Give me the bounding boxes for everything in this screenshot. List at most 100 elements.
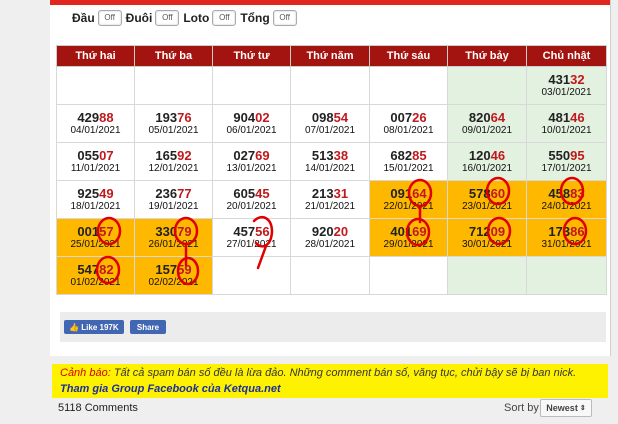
header-friday: Thứ sáu — [369, 45, 448, 67]
calendar-day-cell: 54782 01/02/2021 — [56, 256, 135, 295]
calendar-day-cell: 09854 07/01/2021 — [290, 104, 370, 143]
result-date: 14/01/2021 — [304, 163, 356, 174]
result-tail-digits: 02 — [255, 110, 270, 125]
result-leading-digits: 173 — [548, 224, 571, 239]
result-tail-digits: 57 — [99, 224, 114, 239]
result-date: 28/01/2021 — [304, 239, 356, 250]
result-number: 45883 — [527, 186, 606, 201]
header-monday: Thứ hai — [56, 45, 135, 67]
toggle-dau[interactable]: Off — [97, 10, 122, 26]
result-date: 04/01/2021 — [70, 125, 121, 136]
result-number: 51338 — [291, 148, 369, 163]
result-leading-digits: 236 — [155, 186, 178, 201]
result-date: 30/01/2021 — [461, 239, 513, 250]
result-date: 18/01/2021 — [70, 201, 121, 212]
warning-line: Cảnh báo: Tất cả spam bán số đều là lừa … — [60, 367, 576, 379]
result-number: 00157 — [57, 224, 134, 239]
result-number: 16592 — [135, 148, 212, 163]
header-tuesday: Thứ ba — [134, 45, 213, 67]
results-panel: Đầu Off Đuôi Off Loto Off Tổng Off Thứ h… — [50, 0, 610, 356]
result-tail-digits: 83 — [570, 186, 585, 201]
calendar-day-cell: 45756 27/01/2021 — [212, 218, 291, 257]
result-number: 55095 — [527, 148, 606, 163]
result-number: 23677 — [135, 186, 212, 201]
results-calendar: Thứ hai Thứ ba Thứ tư Thứ năm Thứ sáu Th… — [56, 45, 607, 295]
result-date: 02/02/2021 — [148, 277, 199, 288]
result-date: 27/01/2021 — [226, 239, 277, 250]
result-leading-digits: 820 — [468, 110, 491, 125]
result-date: 16/01/2021 — [461, 163, 513, 174]
result-leading-digits: 055 — [77, 148, 100, 163]
result-tail-digits: 54 — [333, 110, 349, 125]
calendar-empty-cell — [447, 256, 527, 295]
result-number: 57860 — [448, 186, 526, 201]
result-date: 08/01/2021 — [383, 125, 434, 136]
calendar-empty-cell — [369, 256, 448, 295]
result-number: 33079 — [135, 224, 212, 239]
warning-heading: Cảnh báo: — [60, 367, 111, 379]
result-date: 17/01/2021 — [541, 163, 592, 174]
calendar-day-cell: 00726 08/01/2021 — [369, 104, 448, 143]
result-leading-digits: 193 — [155, 110, 178, 125]
comment-count: 5118 Comments — [58, 402, 138, 414]
social-share-bar: 👍 Like 197K Share — [60, 312, 606, 342]
result-leading-digits: 925 — [77, 186, 100, 201]
result-tail-digits: 86 — [570, 224, 585, 239]
calendar-day-cell: 15759 02/02/2021 — [134, 256, 213, 295]
result-tail-digits: 69 — [255, 148, 270, 163]
panel-border — [610, 0, 611, 356]
result-tail-digits: 95 — [570, 148, 585, 163]
calendar-day-cell: 42988 04/01/2021 — [56, 104, 135, 143]
result-date: 03/01/2021 — [541, 87, 592, 98]
sort-value: Newest — [546, 403, 578, 413]
result-leading-digits: 578 — [468, 186, 491, 201]
calendar-week-row: 42988 04/01/2021 19376 05/01/2021 90402 06/01… — [56, 104, 607, 143]
result-date: 11/01/2021 — [70, 163, 121, 174]
calendar-week-row: 54782 01/02/2021 15759 02/02/2021 — [56, 256, 607, 295]
result-leading-digits: 605 — [233, 186, 256, 201]
facebook-like-button[interactable]: 👍 Like 197K — [64, 320, 124, 334]
result-tail-digits: 07 — [99, 148, 114, 163]
result-tail-digits: 20 — [333, 224, 349, 239]
sort-arrows-icon: ⇕ — [579, 405, 586, 412]
toggle-label-duoi: Đuôi — [125, 11, 153, 25]
result-leading-digits: 213 — [311, 186, 334, 201]
result-leading-digits: 027 — [233, 148, 256, 163]
toggle-label-loto: Loto — [183, 11, 210, 25]
calendar-day-cell: 57860 23/01/2021 — [447, 180, 527, 219]
result-leading-digits: 431 — [548, 72, 571, 87]
toggle-label-tong: Tổng — [240, 11, 270, 25]
calendar-empty-cell — [56, 66, 135, 105]
calendar-day-cell: 92020 28/01/2021 — [290, 218, 370, 257]
result-number: 09164 — [370, 186, 447, 201]
calendar-day-cell: 02769 13/01/2021 — [212, 142, 291, 181]
result-leading-digits: 401 — [390, 224, 413, 239]
sort-select[interactable]: Newest ⇕ — [540, 399, 592, 417]
result-number: 54782 — [57, 262, 134, 277]
result-tail-digits: 69 — [412, 224, 427, 239]
result-number: 92020 — [291, 224, 369, 239]
result-leading-digits: 682 — [390, 148, 413, 163]
facebook-group-link[interactable]: Tham gia Group Facebook của Ketqua.net — [60, 383, 281, 395]
result-tail-digits: 45 — [255, 186, 270, 201]
calendar-day-cell: 33079 26/01/2021 — [134, 218, 213, 257]
sort-by-label: Sort by — [504, 402, 539, 414]
calendar-empty-cell — [134, 66, 213, 105]
header-thursday: Thứ năm — [290, 45, 370, 67]
calendar-day-cell: 43132 03/01/2021 — [526, 66, 607, 105]
result-leading-digits: 550 — [548, 148, 571, 163]
calendar-day-cell: 19376 05/01/2021 — [134, 104, 213, 143]
result-leading-digits: 513 — [311, 148, 334, 163]
calendar-day-cell: 05507 11/01/2021 — [56, 142, 135, 181]
result-number: 48146 — [527, 110, 606, 125]
result-date: 24/01/2021 — [541, 201, 592, 212]
result-tail-digits: 82 — [99, 262, 114, 277]
result-leading-digits: 429 — [77, 110, 100, 125]
calendar-week-row: 43132 03/01/2021 — [56, 66, 607, 105]
toggle-tong[interactable]: Off — [272, 10, 297, 26]
result-number: 17386 — [527, 224, 606, 239]
result-number: 12046 — [448, 148, 526, 163]
toggle-duoi[interactable]: Off — [155, 10, 180, 26]
facebook-share-button[interactable]: Share — [130, 320, 166, 334]
toggle-loto[interactable]: Off — [212, 10, 237, 26]
